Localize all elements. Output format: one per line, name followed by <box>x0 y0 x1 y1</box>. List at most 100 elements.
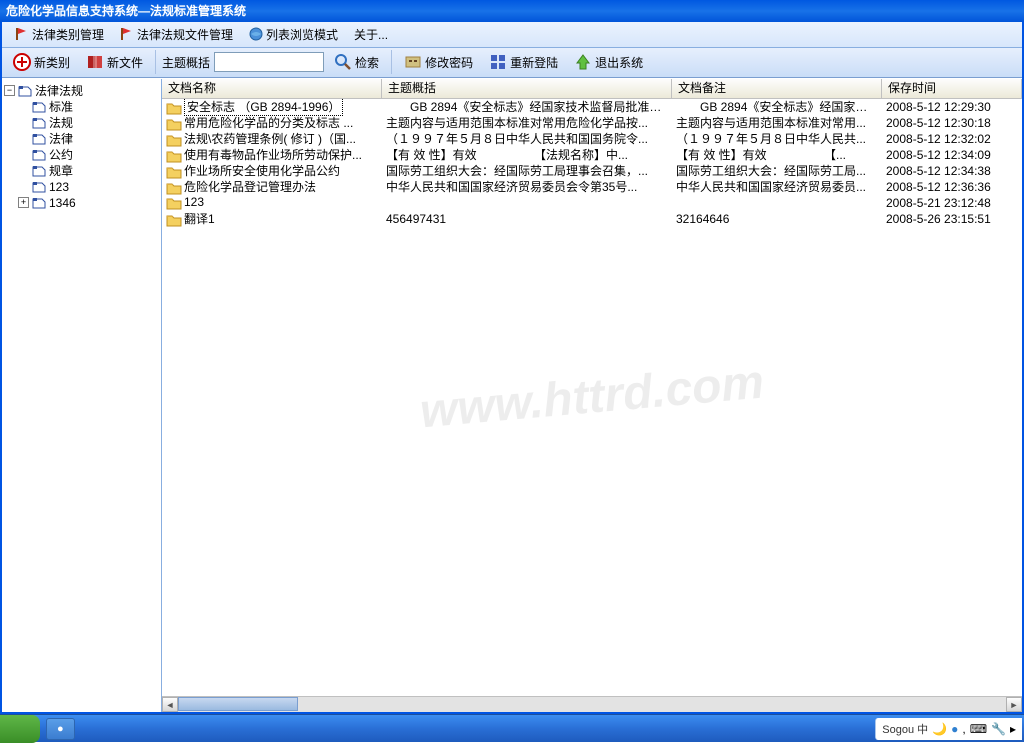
menu-about[interactable]: 关于... <box>346 23 396 46</box>
summary-field: 主题概括 <box>162 52 324 72</box>
search-button[interactable]: 检索 <box>328 51 385 73</box>
taskbar-item[interactable]: ● <box>46 718 75 740</box>
chevron-icon[interactable]: ▸ <box>1010 722 1016 736</box>
tree-item[interactable]: +1346 <box>4 195 159 211</box>
circle-icon[interactable]: ● <box>951 722 958 736</box>
tree-item[interactable]: 标准 <box>4 99 159 115</box>
tree-item[interactable]: 公约 <box>4 147 159 163</box>
moon-icon[interactable]: 🌙 <box>932 722 947 736</box>
cell-summary: 中华人民共和国国家经济贸易委员会令第35号... <box>382 178 672 195</box>
cell-time: 2008-5-21 23:12:48 <box>882 196 1022 210</box>
wrench-icon[interactable]: 🔧 <box>991 722 1006 736</box>
row-name: 翻译1 <box>184 212 215 226</box>
tree-item[interactable]: 法律 <box>4 131 159 147</box>
list-row[interactable]: 法规\农药管理条例( 修订 )（国...（１９９７年５月８日中华人民共和国国务院… <box>162 131 1022 147</box>
button-label: 重新登陆 <box>510 54 558 71</box>
tree-item[interactable]: 法规 <box>4 115 159 131</box>
change-password-button[interactable]: 修改密码 <box>398 51 479 73</box>
globe-icon <box>249 27 263 41</box>
list-row[interactable]: 123 2008-5-21 23:12:48 <box>162 195 1022 211</box>
list-row[interactable]: 翻译1456497431321646462008-5-26 23:15:51 <box>162 211 1022 227</box>
scroll-track[interactable] <box>298 697 1006 712</box>
tree-item[interactable]: 规章 <box>4 163 159 179</box>
tree-item[interactable]: 123 <box>4 179 159 195</box>
tree-label: 123 <box>49 180 69 194</box>
ime-indicator[interactable]: Sogou 中 <box>882 721 928 737</box>
key-icon <box>404 53 422 71</box>
col-summary[interactable]: 主题概括 <box>382 79 672 99</box>
cell-summary: 456497431 <box>382 212 672 226</box>
new-category-button[interactable]: 新类别 <box>7 51 76 73</box>
cell-name: 123 <box>162 195 382 210</box>
row-name: 危险化学品登记管理办法 <box>184 180 316 194</box>
button-label: 新类别 <box>34 54 70 71</box>
horizontal-scrollbar[interactable]: ◄ ► <box>162 696 1022 712</box>
tree-root[interactable]: − 法律法规 <box>4 83 159 99</box>
cell-time: 2008-5-26 23:15:51 <box>882 212 1022 226</box>
cell-remark: 主题内容与适用范围本标准对常用... <box>672 114 882 131</box>
main-area: − 法律法规 标准法规法律公约规章123+1346 文档名称 主题概括 文档备注… <box>2 78 1022 712</box>
folder-icon <box>166 133 182 147</box>
list-row[interactable]: 安全标志 （GB 2894-1996） GB 2894《安全标志》经国家技术监督… <box>162 99 1022 115</box>
folder-icon <box>166 213 182 227</box>
grid-icon <box>489 53 507 71</box>
field-label: 主题概括 <box>162 54 210 71</box>
toolbar: 新类别 新文件 主题概括 检索 修改密码 重新登陆 退出系统 <box>2 48 1022 78</box>
exit-button[interactable]: 退出系统 <box>568 51 649 73</box>
menu-list-mode[interactable]: 列表浏览模式 <box>241 23 346 46</box>
keyboard-icon[interactable]: ⌨ <box>970 722 987 736</box>
cell-name: 法规\农药管理条例( 修订 )（国... <box>162 130 382 147</box>
doc-icon <box>32 181 46 193</box>
list-row[interactable]: 使用有毒物品作业场所劳动保护...【有 效 性】有效 【法规名称】中...【有 … <box>162 147 1022 163</box>
scroll-right-arrow[interactable]: ► <box>1006 697 1022 712</box>
cell-summary: GB 2894《安全标志》经国家技术监督局批准实... <box>382 99 672 116</box>
summary-input[interactable] <box>214 52 324 72</box>
button-label: 修改密码 <box>425 54 473 71</box>
list-row[interactable]: 常用危险化学品的分类及标志 ...主题内容与适用范围本标准对常用危险化学品按..… <box>162 115 1022 131</box>
watermark: www.httrd.com <box>418 355 766 440</box>
divider <box>155 50 156 74</box>
cell-name: 作业场所安全使用化学品公约 <box>162 162 382 179</box>
folder-icon <box>166 196 182 210</box>
doc-icon <box>18 85 32 97</box>
tree-label: 法律法规 <box>35 82 83 99</box>
divider <box>391 50 392 74</box>
list-row[interactable]: 作业场所安全使用化学品公约国际劳工组织大会：经国际劳工局理事会召集，...国际劳… <box>162 163 1022 179</box>
col-time[interactable]: 保存时间 <box>882 79 1022 99</box>
cell-name: 翻译1 <box>162 210 382 227</box>
row-name: 常用危险化学品的分类及标志 ... <box>184 116 353 130</box>
collapse-icon[interactable]: − <box>4 85 15 96</box>
folder-icon <box>166 149 182 163</box>
list-row[interactable]: 危险化学品登记管理办法中华人民共和国国家经济贸易委员会令第35号...中华人民共… <box>162 179 1022 195</box>
arrow-up-icon <box>574 53 592 71</box>
start-button[interactable] <box>0 715 40 743</box>
tree-label: 法律 <box>49 130 73 147</box>
tree-label: 规章 <box>49 162 73 179</box>
col-name[interactable]: 文档名称 <box>162 79 382 99</box>
button-label: 退出系统 <box>595 54 643 71</box>
scroll-thumb[interactable] <box>178 697 298 711</box>
doc-icon <box>32 117 46 129</box>
folder-icon <box>166 181 182 195</box>
col-remark[interactable]: 文档备注 <box>672 79 882 99</box>
menu-label: 关于... <box>354 26 388 43</box>
menu-label: 法律类别管理 <box>32 26 104 43</box>
system-tray[interactable]: Sogou 中 🌙 ● , ⌨ 🔧 ▸ <box>875 718 1022 740</box>
relogin-button[interactable]: 重新登陆 <box>483 51 564 73</box>
expand-icon[interactable]: + <box>18 197 29 208</box>
tree-panel: − 法律法规 标准法规法律公约规章123+1346 <box>2 79 162 712</box>
scroll-left-arrow[interactable]: ◄ <box>162 697 178 712</box>
row-name: 使用有毒物品作业场所劳动保护... <box>184 148 362 162</box>
flag-icon <box>15 27 29 41</box>
button-label: 新文件 <box>107 54 143 71</box>
new-file-button[interactable]: 新文件 <box>80 51 149 73</box>
folder-icon <box>166 101 182 115</box>
flag-icon <box>120 27 134 41</box>
list-body: www.httrd.com 安全标志 （GB 2894-1996） GB 289… <box>162 99 1022 696</box>
button-label: 检索 <box>355 54 379 71</box>
tree-label: 1346 <box>49 196 76 210</box>
cell-time: 2008-5-12 12:29:30 <box>882 100 1022 114</box>
cell-remark: （１９９７年５月８日中华人民共... <box>672 130 882 147</box>
menu-category-manage[interactable]: 法律类别管理 <box>7 23 112 46</box>
menu-file-manage[interactable]: 法律法规文件管理 <box>112 23 241 46</box>
